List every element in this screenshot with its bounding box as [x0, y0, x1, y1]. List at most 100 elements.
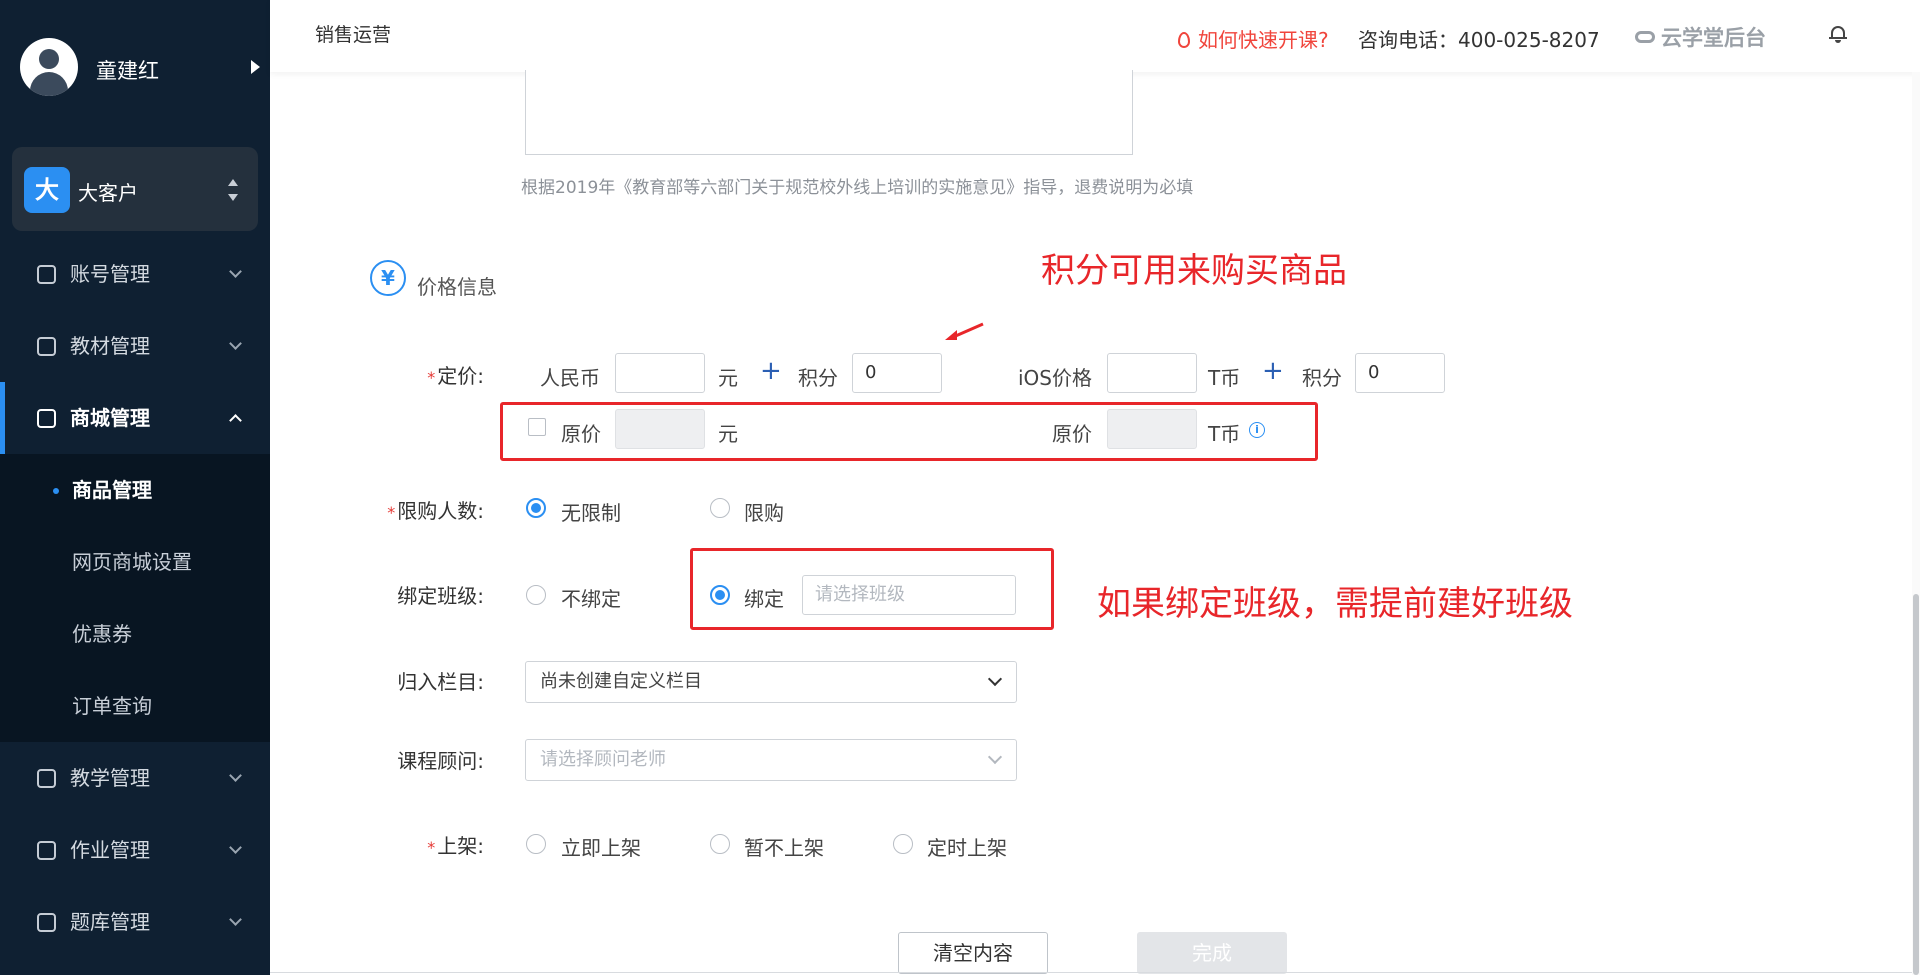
top-header: 销售运营 如何快速开课? 咨询电话：400-025-8207 云学堂后台	[270, 0, 1920, 72]
brand-label: 云学堂后台	[1661, 26, 1766, 50]
original-price-input	[615, 409, 705, 449]
user-profile[interactable]: 童建红	[20, 38, 260, 98]
limit-restricted-radio[interactable]	[710, 498, 730, 518]
advisor-label: 课程顾问:	[397, 749, 484, 773]
user-name: 童建红	[96, 59, 159, 83]
breadcrumb: 销售运营	[315, 24, 392, 46]
sidebar-subitem-label: 订单查询	[72, 694, 152, 718]
rmb-price-input[interactable]	[615, 353, 705, 393]
ios-original-price-input	[1107, 409, 1197, 449]
chevron-down-icon	[229, 913, 242, 926]
yuan-unit: 元	[718, 422, 738, 446]
limit-unlimited-label: 无限制	[561, 501, 621, 525]
info-icon[interactable]: i	[1249, 422, 1265, 438]
active-indicator	[0, 382, 5, 454]
sidebar-item-account[interactable]: 账号管理	[0, 238, 270, 310]
plus-icon: +	[1262, 356, 1284, 386]
scrollbar-thumb[interactable]	[1913, 594, 1919, 975]
chevron-up-icon	[229, 414, 242, 427]
tcoin-unit: T币	[1208, 422, 1241, 446]
divider	[270, 972, 1920, 973]
org-badge: 大	[24, 167, 70, 213]
sidebar-subitem-label: 网页商城设置	[72, 550, 192, 574]
section-title: 价格信息	[417, 275, 497, 299]
ios-price-label: iOS价格	[1018, 366, 1092, 390]
original-price-checkbox[interactable]	[528, 418, 546, 436]
ios-original-price-label: 原价	[1052, 422, 1092, 446]
publish-now-label: 立即上架	[561, 836, 641, 860]
publish-scheduled-label: 定时上架	[927, 836, 1007, 860]
bind-class-label: 绑定班级:	[397, 584, 484, 608]
chevron-down-icon	[229, 769, 242, 782]
class-select-input[interactable]: 请选择班级	[802, 575, 1016, 615]
sort-icon	[228, 179, 238, 201]
current-dot	[53, 488, 59, 494]
publish-now-radio[interactable]	[526, 834, 546, 854]
sidebar-subitem-orders[interactable]: 订单查询	[0, 670, 270, 742]
publish-scheduled-radio[interactable]	[893, 834, 913, 854]
org-switcher[interactable]: 大 大客户	[12, 147, 258, 231]
sidebar-item-question-bank[interactable]: 题库管理	[0, 886, 270, 958]
sidebar-subitem-label: 优惠券	[72, 622, 132, 646]
ios-price-input[interactable]	[1107, 353, 1197, 393]
book-icon	[37, 337, 56, 356]
sidebar-subitem-products[interactable]: 商品管理	[0, 454, 270, 526]
chevron-down-icon	[987, 749, 1003, 765]
refund-hint: 根据2019年《教育部等六部门关于规范校外线上培训的实施意见》指导，退费说明为必…	[521, 178, 1194, 198]
bind-radio[interactable]	[710, 585, 730, 605]
sidebar: 童建红 大 大客户 账号管理 教材管理 商城管理 商品管理 网页商城设置 优惠券…	[0, 0, 270, 975]
limit-label: * 限购人数:	[387, 499, 484, 523]
ios-points-input[interactable]: 0	[1355, 353, 1445, 393]
no-bind-radio[interactable]	[526, 585, 546, 605]
sidebar-subitem-label: 商品管理	[72, 478, 152, 502]
mall-submenu: 商品管理 网页商城设置 优惠券 订单查询	[0, 454, 270, 742]
chevron-down-icon	[229, 265, 242, 278]
sidebar-menu: 账号管理 教材管理 商城管理 商品管理 网页商城设置 优惠券 订单查询 教学管理…	[0, 238, 270, 958]
sidebar-item-label: 作业管理	[70, 838, 150, 862]
quick-start-link[interactable]: 如何快速开课?	[1178, 24, 1329, 53]
annotation-bind-note: 如果绑定班级，需提前建好班级	[1097, 584, 1573, 624]
limit-unlimited-radio[interactable]	[526, 498, 546, 518]
bell-icon[interactable]	[1829, 24, 1847, 43]
limit-restricted-label: 限购	[744, 501, 784, 525]
chevron-down-icon	[229, 337, 242, 350]
advisor-select-placeholder: 请选择顾问老师	[540, 749, 666, 770]
price-label: * 定价:	[427, 364, 484, 388]
points-label: 积分	[798, 366, 838, 390]
sidebar-item-homework[interactable]: 作业管理	[0, 814, 270, 886]
sidebar-item-label: 商城管理	[70, 406, 150, 430]
refund-description-textarea[interactable]	[525, 70, 1133, 155]
publish-later-label: 暂不上架	[744, 836, 824, 860]
done-button[interactable]: 完成	[1137, 932, 1287, 974]
publish-label: * 上架:	[427, 834, 484, 858]
brand-logo[interactable]: 云学堂后台	[1635, 22, 1766, 52]
sidebar-item-mall[interactable]: 商城管理	[0, 382, 270, 454]
advisor-select[interactable]: 请选择顾问老师	[525, 739, 1017, 781]
bind-label: 绑定	[744, 587, 784, 611]
sidebar-subitem-web-mall[interactable]: 网页商城设置	[0, 526, 270, 598]
sidebar-item-textbook[interactable]: 教材管理	[0, 310, 270, 382]
notebook-icon	[37, 769, 56, 788]
org-name: 大客户	[78, 181, 138, 205]
annotation-points-note: 积分可用来购买商品	[1041, 251, 1347, 291]
points-input[interactable]: 0	[852, 353, 942, 393]
quick-start-label: 如何快速开课?	[1198, 28, 1329, 52]
caret-right-icon	[251, 60, 260, 74]
plus-icon: +	[760, 356, 782, 386]
clear-button[interactable]: 清空内容	[898, 932, 1048, 974]
class-select-placeholder: 请选择班级	[815, 584, 905, 605]
yuan-unit: 元	[718, 366, 738, 390]
sidebar-item-teaching[interactable]: 教学管理	[0, 742, 270, 814]
user-icon	[37, 265, 56, 284]
cloud-logo-icon	[1635, 31, 1655, 43]
no-bind-label: 不绑定	[561, 587, 621, 611]
column-select[interactable]: 尚未创建自定义栏目	[525, 661, 1017, 703]
flame-icon	[1178, 32, 1190, 48]
original-price-label: 原价	[561, 422, 601, 446]
publish-later-radio[interactable]	[710, 834, 730, 854]
rmb-label: 人民币	[540, 366, 600, 390]
yuan-icon: ¥	[370, 260, 406, 296]
tcoin-unit: T币	[1208, 366, 1241, 390]
shop-icon	[37, 409, 56, 428]
sidebar-subitem-coupons[interactable]: 优惠券	[0, 598, 270, 670]
